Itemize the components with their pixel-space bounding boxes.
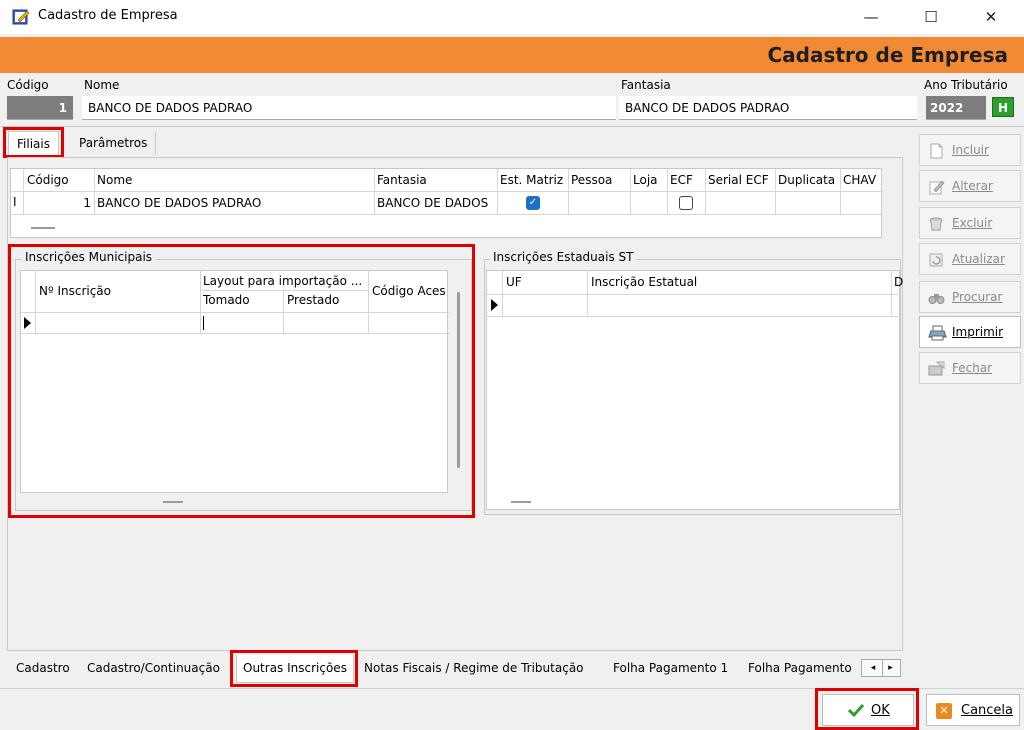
maximize-button[interactable]: ☐ <box>908 0 954 34</box>
imprimir-button[interactable]: Imprimir <box>919 316 1021 348</box>
h-button[interactable]: H <box>992 97 1014 117</box>
banner-title: Cadastro de Empresa <box>767 43 1008 67</box>
tab-parametros[interactable]: Parâmetros <box>71 131 157 155</box>
cancel-icon: ✕ <box>936 703 952 719</box>
incluir-label: Incluir <box>952 143 989 157</box>
procurar-button[interactable]: Procurar <box>919 281 1021 313</box>
row-pointer-icon <box>491 299 498 311</box>
column-ecf[interactable]: ECF <box>670 173 693 187</box>
fantasia-label: Fantasia <box>621 78 671 92</box>
tab-cadastro[interactable]: Cadastro <box>16 657 70 681</box>
column-loja[interactable]: Loja <box>633 173 658 187</box>
separator <box>0 126 1024 127</box>
nome-field[interactable]: BANCO DE DADOS PADRAO <box>82 96 616 120</box>
alterar-button[interactable]: Alterar <box>919 170 1021 202</box>
column-chav[interactable]: CHAV <box>843 173 876 187</box>
column-codigo[interactable]: Código <box>27 173 69 187</box>
column-est-matriz[interactable]: Est. Matriz <box>500 173 563 187</box>
grid-resize-handle[interactable] <box>31 227 55 229</box>
codigo-field[interactable]: 1 <box>7 96 73 120</box>
column-inscricao-estatual[interactable]: Inscrição Estatual <box>591 275 697 289</box>
column-serial-ecf[interactable]: Serial ECF <box>708 173 769 187</box>
tab-cadastro-continuacao[interactable]: Cadastro/Continuação <box>87 657 220 681</box>
app-icon <box>12 8 30 25</box>
scroll-right-icon[interactable]: ▸ <box>882 660 898 676</box>
row-codigo-cell[interactable]: 1 <box>25 196 91 210</box>
column-extra[interactable]: D <box>894 275 903 289</box>
alterar-label: Alterar <box>952 179 993 193</box>
ano-tributario-label: Ano Tributário <box>924 78 1008 92</box>
tab-scroll-buttons: ◂ ▸ <box>861 659 901 677</box>
highlight-ok <box>815 688 919 730</box>
column-pessoa[interactable]: Pessoa <box>571 173 612 187</box>
grid-resize-handle[interactable] <box>511 501 531 503</box>
inscricoes-estaduais-grid[interactable]: UF Inscrição Estatual D <box>486 270 903 510</box>
row-indicator: I <box>13 195 17 209</box>
window-title: Cadastro de Empresa <box>38 8 178 23</box>
incluir-button[interactable]: Incluir <box>919 134 1021 166</box>
highlight-inscricoes-municipais <box>8 244 475 518</box>
tab-folha-pagamento-1[interactable]: Folha Pagamento 1 <box>613 657 728 681</box>
column-fantasia[interactable]: Fantasia <box>377 173 427 187</box>
document-icon <box>928 143 945 159</box>
procurar-label: Procurar <box>952 290 1003 304</box>
minimize-button[interactable]: — <box>848 0 894 34</box>
ano-tributario-field[interactable]: 2022 <box>926 96 986 120</box>
column-nome[interactable]: Nome <box>97 173 132 187</box>
codigo-label: Código <box>7 78 49 92</box>
column-duplicata[interactable]: Duplicata <box>778 173 835 187</box>
close-button[interactable]: ✕ <box>968 0 1014 34</box>
excluir-label: Excluir <box>952 216 993 230</box>
header-banner: Cadastro de Empresa <box>0 37 1024 73</box>
edit-icon <box>928 179 945 195</box>
title-bar: Cadastro de Empresa — ☐ ✕ <box>0 0 1024 34</box>
fechar-label: Fechar <box>952 361 993 375</box>
row-nome-cell[interactable]: BANCO DE DADOS PADRAO <box>97 196 261 210</box>
fantasia-field[interactable]: BANCO DE DADOS PADRAO <box>619 96 917 120</box>
ecf-checkbox[interactable] <box>679 196 693 210</box>
cancela-label: Cancela <box>961 703 1014 718</box>
imprimir-label: Imprimir <box>952 325 1004 339</box>
est-matriz-checkbox[interactable]: ✓ <box>526 196 540 210</box>
tab-folha-pagamento[interactable]: Folha Pagamento <box>748 657 858 681</box>
column-uf[interactable]: UF <box>506 275 522 289</box>
inscricoes-estaduais-title: Inscrições Estaduais ST <box>490 250 637 264</box>
tab-notas-fiscais[interactable]: Notas Fiscais / Regime de Tributação <box>364 657 584 681</box>
cancela-button[interactable]: ✕ Cancela <box>926 694 1020 726</box>
fechar-button[interactable]: Fechar <box>919 352 1021 384</box>
highlight-outras-inscricoes <box>230 650 358 687</box>
row-fantasia-cell[interactable]: BANCO DE DADOS <box>377 196 497 210</box>
refresh-icon <box>928 252 945 268</box>
excluir-button[interactable]: Excluir <box>919 207 1021 239</box>
printer-icon <box>928 325 947 341</box>
filiais-grid[interactable]: Código Nome Fantasia Est. Matriz Pessoa … <box>10 168 883 238</box>
highlight-filiais <box>3 127 64 158</box>
scroll-left-icon[interactable]: ◂ <box>865 660 881 676</box>
close-folder-icon <box>928 361 945 377</box>
atualizar-label: Atualizar <box>952 252 1005 266</box>
trash-icon <box>928 216 945 232</box>
binoculars-icon <box>928 290 945 306</box>
atualizar-button[interactable]: Atualizar <box>919 243 1021 275</box>
nome-label: Nome <box>84 78 120 92</box>
